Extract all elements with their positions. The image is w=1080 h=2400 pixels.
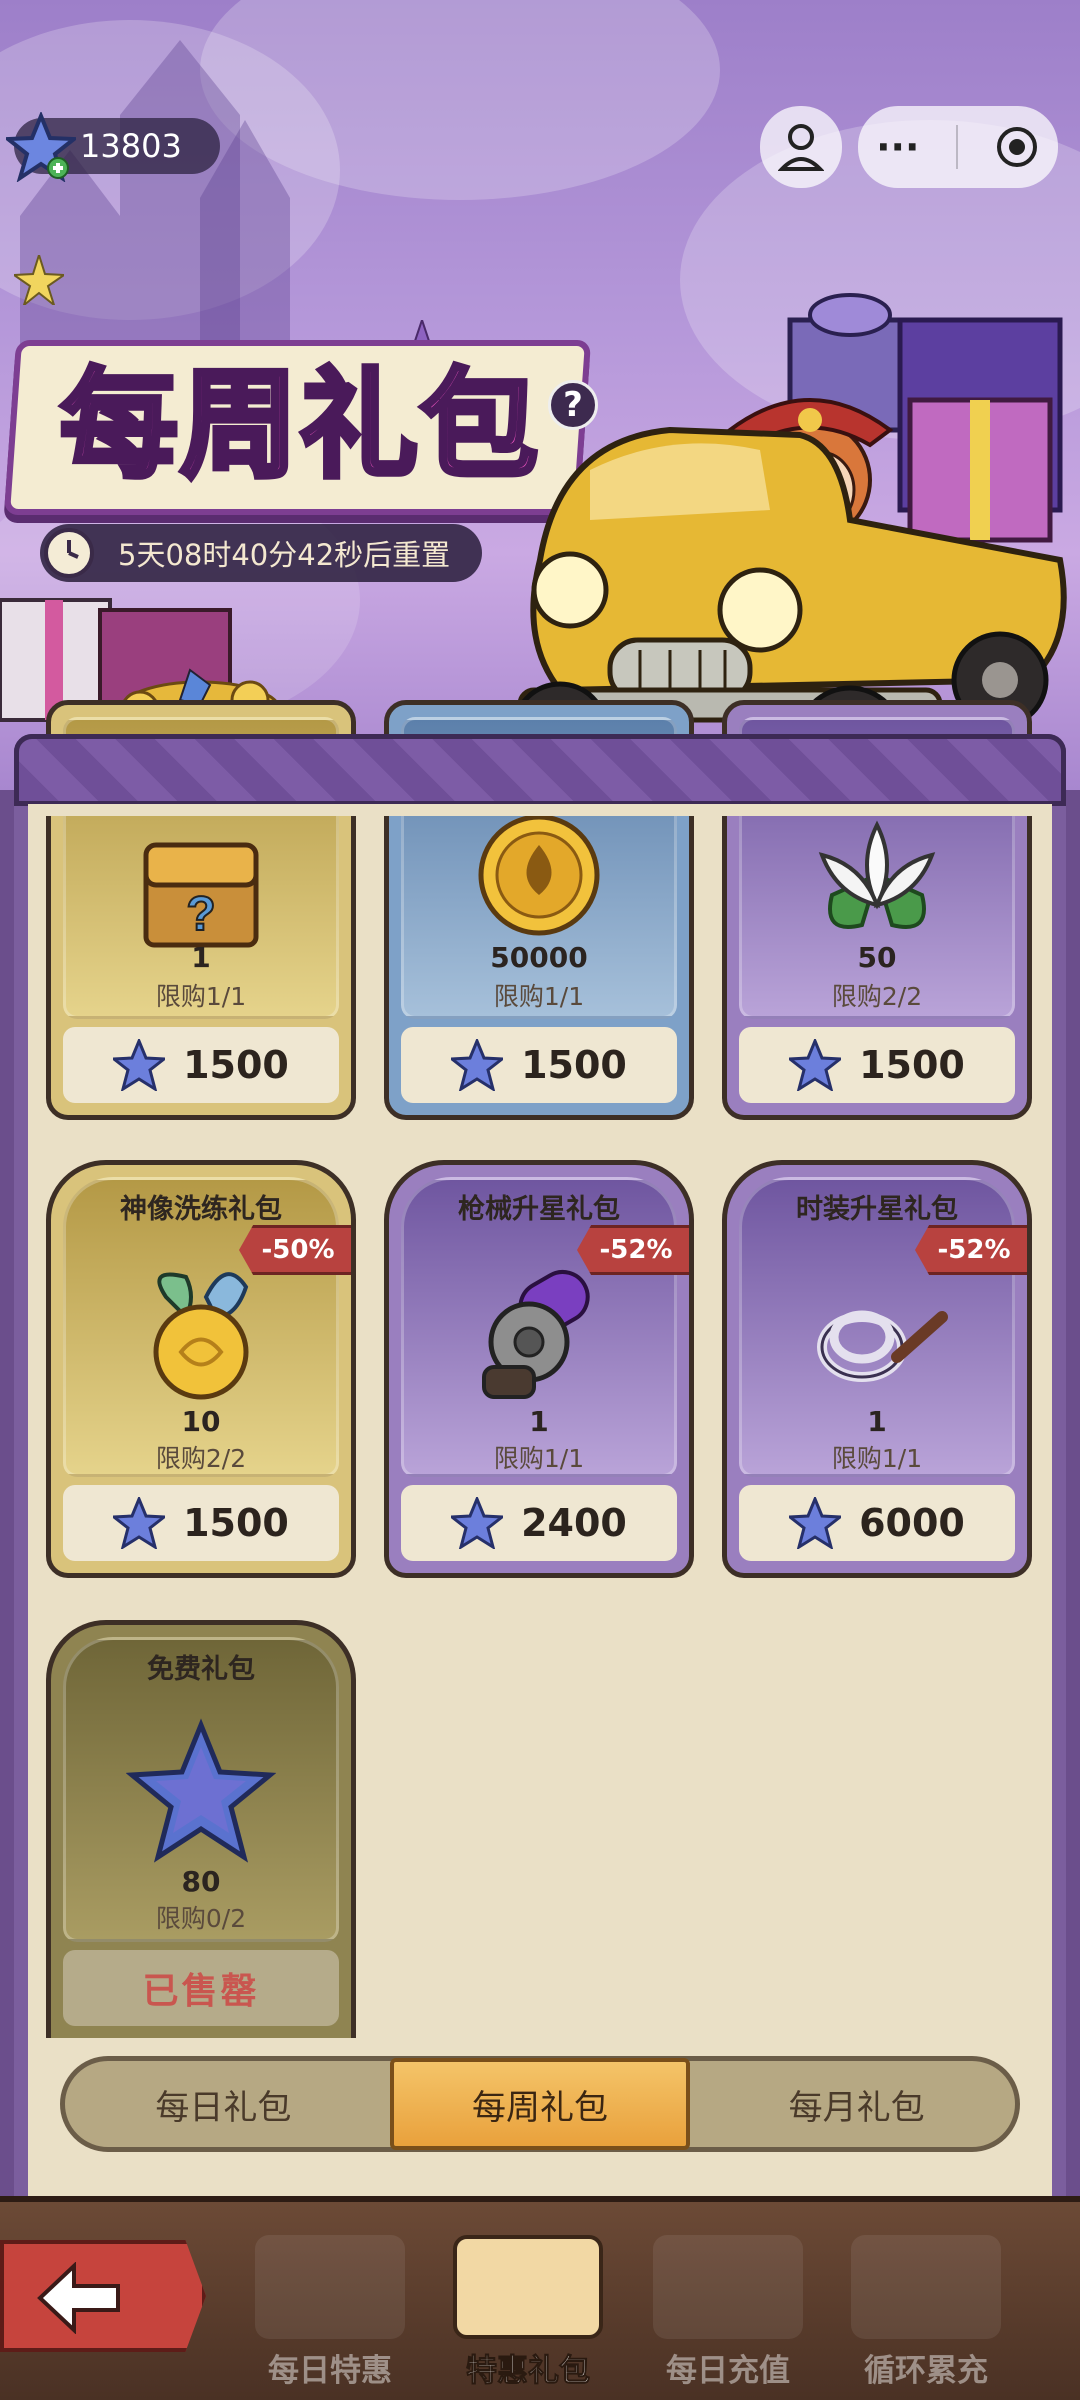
card-purchase-limit: 限购2/2	[831, 982, 923, 1011]
price-button[interactable]: 1500	[401, 1027, 677, 1103]
card-quantity: 50	[857, 941, 897, 974]
card-title: 时装升星礼包	[796, 1194, 958, 1225]
gift-card[interactable]: 神像洗练礼包 -50% 10 限购2/2 1500	[46, 1160, 356, 1578]
card-purchase-limit: 限购0/2	[155, 1904, 247, 1933]
page-title: 每周礼包	[57, 354, 540, 497]
profile-button[interactable]	[760, 106, 842, 188]
star-currency-icon	[113, 1497, 166, 1549]
price-value: 1500	[183, 1043, 289, 1087]
nav-label: 特惠礼包	[466, 2353, 591, 2390]
rope-whip-icon	[817, 1310, 948, 1382]
capsule-menu[interactable]: ···	[858, 106, 1058, 188]
price-value: 6000	[859, 1501, 965, 1545]
coins-arrow-icon	[255, 2235, 405, 2339]
nav-label: 循环累充	[864, 2353, 988, 2389]
close-target-icon[interactable]	[994, 124, 1040, 170]
witch-hat-stars-icon	[851, 2235, 1001, 2339]
currency-amount: 13803	[80, 127, 182, 165]
gift-star-icon	[453, 2235, 603, 2339]
star-currency-icon	[451, 1497, 504, 1549]
nav-label: 每日充值	[666, 2353, 790, 2389]
price-value: 1500	[859, 1043, 965, 1087]
card-quantity: 1	[529, 1405, 549, 1438]
blue-star-icon	[126, 1718, 276, 1863]
svg-text:?: ?	[186, 888, 215, 941]
back-button[interactable]	[0, 2240, 206, 2352]
star-currency-icon	[6, 112, 76, 182]
card-purchase-limit: 限购1/1	[831, 1444, 923, 1473]
card-title: 免费礼包	[147, 1654, 255, 1685]
card-quantity: 50000	[490, 941, 588, 974]
divider	[955, 125, 958, 169]
tab-weekly-pack[interactable]: 每周礼包	[389, 2058, 690, 2150]
nav-cumulative-topup[interactable]: 循环累充	[846, 2220, 1006, 2390]
gift-card[interactable]: 枪械升星礼包 -52% 1 限购1/1 2400	[384, 1160, 694, 1578]
gear-gun-part-icon	[482, 1270, 590, 1399]
arrow-left-icon	[37, 2262, 120, 2334]
gift-card[interactable]: 免费礼包 80 限购0/2 已售罄	[46, 1620, 356, 2038]
card-title: 神像洗练礼包	[120, 1194, 282, 1225]
user-icon	[778, 124, 824, 171]
more-icon[interactable]: ···	[876, 125, 919, 169]
price-value: 1500	[183, 1501, 289, 1545]
card-quantity: 1	[867, 1405, 887, 1438]
price-button[interactable]: 1500	[739, 1027, 1015, 1103]
price-button[interactable]: 1500	[63, 1027, 339, 1103]
price-value: 1500	[521, 1043, 627, 1087]
nav-special-packs[interactable]: 特惠礼包	[448, 2220, 608, 2390]
sparkle-star-icon	[14, 255, 64, 305]
star-currency-icon	[451, 1039, 504, 1091]
card-quantity: 80	[181, 1865, 221, 1898]
card-purchase-limit: 限购1/1	[493, 1444, 585, 1473]
nav-label: 每日特惠	[268, 2353, 392, 2389]
price-button[interactable]: 6000	[739, 1485, 1015, 1561]
price-value: 2400	[521, 1501, 627, 1545]
reset-timer: 5天08时40分42秒后重置	[40, 524, 482, 582]
card-purchase-limit: 限购1/1	[155, 982, 247, 1011]
scroll-coins-icon	[653, 2235, 803, 2339]
panel-edge	[28, 804, 1052, 816]
period-tab-bar: 每日礼包 每周礼包 每月礼包	[60, 2056, 1020, 2152]
reset-timer-text: 5天08时40分42秒后重置	[118, 538, 451, 572]
tab-daily-pack[interactable]: 每日礼包	[73, 2059, 373, 2149]
card-purchase-limit: 限购1/1	[493, 982, 585, 1011]
clock-icon	[44, 528, 94, 578]
nav-daily-deals[interactable]: 每日特惠	[250, 2220, 410, 2390]
star-currency-icon	[789, 1039, 842, 1091]
tab-monthly-pack[interactable]: 每月礼包	[707, 2059, 1007, 2149]
star-currency-icon	[113, 1039, 166, 1091]
star-currency-icon	[789, 1497, 842, 1549]
sold-out-label: 已售罄	[63, 1950, 339, 2026]
nav-daily-topup[interactable]: 每日充值	[648, 2220, 808, 2390]
price-button[interactable]: 1500	[63, 1485, 339, 1561]
price-button[interactable]: 2400	[401, 1485, 677, 1561]
gift-card[interactable]: 时装升星礼包 -52% 1 限购1/1 6000	[722, 1160, 1032, 1578]
card-quantity: 1	[191, 941, 211, 974]
card-title: 枪械升星礼包	[458, 1194, 620, 1225]
golden-fruit-icon	[153, 1272, 249, 1400]
card-quantity: 10	[181, 1405, 221, 1438]
panel-header-strip	[14, 734, 1066, 806]
card-purchase-limit: 限购2/2	[155, 1444, 247, 1473]
